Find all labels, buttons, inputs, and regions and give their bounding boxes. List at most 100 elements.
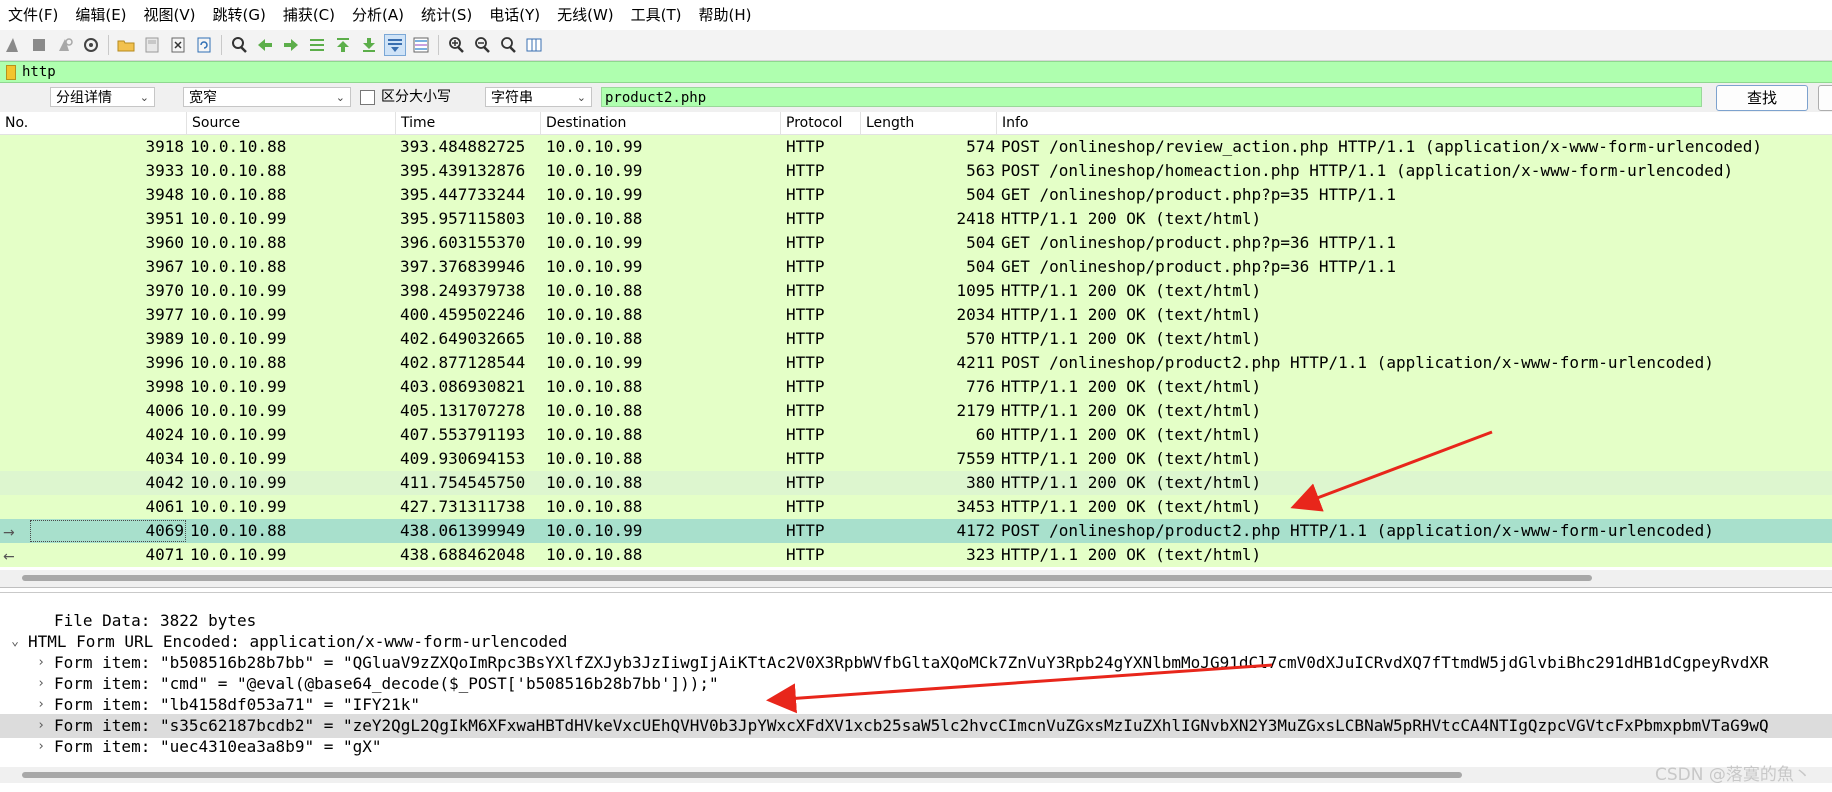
menu-telephony[interactable]: 电话(Y): [481, 0, 549, 30]
packet-row[interactable]: 4024 10.0.10.99 407.553791193 10.0.10.88 HTT…: [0, 423, 1832, 447]
chevron-down-icon: ⌄: [335, 91, 345, 104]
cell-info: HTTP/1.1 200 OK (text/html): [1001, 425, 1262, 444]
packet-row[interactable]: 3933 10.0.10.88 395.439132876 10.0.10.99 HTT…: [0, 159, 1832, 183]
restart-icon[interactable]: [54, 34, 76, 56]
expand-icon[interactable]: ›: [34, 735, 48, 759]
packet-row[interactable]: 3918 10.0.10.88 393.484882725 10.0.10.99 HTT…: [0, 135, 1832, 159]
colorize-icon[interactable]: [410, 34, 432, 56]
cell-protocol: HTTP: [786, 425, 825, 444]
cell-info: HTTP/1.1 200 OK (text/html): [1001, 329, 1262, 348]
cell-no: 4034: [145, 449, 184, 468]
bookmark-icon[interactable]: [6, 65, 16, 80]
column-header-source[interactable]: Source: [187, 112, 396, 134]
menu-analyze[interactable]: 分析(A): [344, 0, 413, 30]
cell-source: 10.0.10.99: [190, 377, 287, 396]
packet-list-scrollbar[interactable]: [0, 570, 1832, 587]
packet-row[interactable]: 3951 10.0.10.99 395.957115803 10.0.10.88 HTT…: [0, 207, 1832, 231]
autoscroll-icon[interactable]: [384, 34, 406, 56]
packet-row[interactable]: 3998 10.0.10.99 403.086930821 10.0.10.88 HTT…: [0, 375, 1832, 399]
packet-row[interactable]: 3967 10.0.10.88 397.376839946 10.0.10.99 HTT…: [0, 255, 1832, 279]
menu-file[interactable]: 文件(F): [0, 0, 67, 30]
forward-arrow-icon[interactable]: [280, 34, 302, 56]
packet-row[interactable]: 3970 10.0.10.99 398.249379738 10.0.10.88 HTT…: [0, 279, 1832, 303]
menu-edit[interactable]: 编辑(E): [67, 0, 135, 30]
cell-info: GET /onlineshop/product.php?p=35 HTTP/1.…: [1001, 185, 1396, 204]
find-button[interactable]: 查找: [1716, 85, 1808, 111]
save-icon[interactable]: [141, 34, 163, 56]
packet-row[interactable]: 3989 10.0.10.99 402.649032665 10.0.10.88 HTT…: [0, 327, 1832, 351]
goto-packet-icon[interactable]: [306, 34, 328, 56]
cell-info: POST /onlineshop/homeaction.php HTTP/1.1…: [1001, 161, 1734, 180]
cell-length: 1095: [956, 281, 995, 300]
find-packet-bar: 分组详情 ⌄ 宽窄 ⌄ 区分大小写 字符串 ⌄ product2.php 查找: [0, 83, 1832, 113]
zoom-out-icon[interactable]: [471, 34, 493, 56]
search-in-select[interactable]: 分组详情 ⌄: [50, 87, 155, 107]
menu-statistics[interactable]: 统计(S): [413, 0, 481, 30]
back-arrow-icon[interactable]: [254, 34, 276, 56]
reload-icon[interactable]: [193, 34, 215, 56]
cell-no: 4061: [145, 497, 184, 516]
details-scrollbar[interactable]: [0, 767, 1832, 783]
packet-row[interactable]: 4042 10.0.10.99 411.754545750 10.0.10.88 HTT…: [0, 471, 1832, 495]
find-string-input[interactable]: product2.php: [601, 87, 1702, 107]
packet-row[interactable]: ← 4071 10.0.10.99 438.688462048 10.0.10.88 HT…: [0, 543, 1832, 567]
cell-source: 10.0.10.88: [190, 521, 287, 540]
zoom-in-icon[interactable]: [445, 34, 467, 56]
display-filter-input[interactable]: http: [22, 62, 56, 82]
packet-row[interactable]: → 4069 10.0.10.88 438.061399949 10.0.10.99 HT…: [0, 519, 1832, 543]
cell-source: 10.0.10.99: [190, 305, 287, 324]
column-header-destination[interactable]: Destination: [541, 112, 781, 134]
menu-capture[interactable]: 捕获(C): [275, 0, 344, 30]
case-sensitive-checkbox[interactable]: [360, 90, 375, 105]
display-filter-bar[interactable]: http: [0, 61, 1832, 83]
charset-select[interactable]: 宽窄 ⌄: [183, 87, 351, 107]
column-header-no[interactable]: No.: [0, 112, 187, 134]
find-icon[interactable]: [228, 34, 250, 56]
scrollbar-thumb[interactable]: [22, 575, 1592, 581]
packet-row[interactable]: 3960 10.0.10.88 396.603155370 10.0.10.99 HTT…: [0, 231, 1832, 255]
column-header-info[interactable]: Info: [997, 112, 1832, 134]
cell-destination: 10.0.10.88: [546, 497, 643, 516]
cell-source: 10.0.10.99: [190, 545, 287, 564]
packet-row[interactable]: 3977 10.0.10.99 400.459502246 10.0.10.88 HTT…: [0, 303, 1832, 327]
menu-view[interactable]: 视图(V): [136, 0, 205, 30]
cancel-button[interactable]: [1818, 85, 1832, 111]
close-file-icon[interactable]: [167, 34, 189, 56]
last-packet-icon[interactable]: [358, 34, 380, 56]
cell-no: 3948: [145, 185, 184, 204]
zoom-normal-icon[interactable]: [497, 34, 519, 56]
menu-help[interactable]: 帮助(H): [691, 0, 761, 30]
cell-time: 405.131707278: [400, 401, 526, 420]
open-folder-icon[interactable]: [115, 34, 137, 56]
resize-columns-icon[interactable]: [523, 34, 545, 56]
packet-row[interactable]: 3948 10.0.10.88 395.447733244 10.0.10.99 HTT…: [0, 183, 1832, 207]
toolbar-separator: [108, 35, 109, 55]
menu-go[interactable]: 跳转(G): [205, 0, 275, 30]
cell-no: 3933: [145, 161, 184, 180]
menu-tools[interactable]: 工具(T): [623, 0, 691, 30]
cell-info: HTTP/1.1 200 OK (text/html): [1001, 305, 1262, 324]
stop-icon[interactable]: [28, 34, 50, 56]
column-header-time[interactable]: Time: [396, 112, 541, 134]
shark-fin-icon[interactable]: [2, 34, 24, 56]
scrollbar-thumb[interactable]: [22, 772, 1462, 778]
search-type-select[interactable]: 字符串 ⌄: [485, 87, 592, 107]
column-header-protocol[interactable]: Protocol: [781, 112, 861, 134]
cell-protocol: HTTP: [786, 233, 825, 252]
cell-destination: 10.0.10.99: [546, 257, 643, 276]
menu-wireless[interactable]: 无线(W): [549, 0, 623, 30]
packet-row[interactable]: 4061 10.0.10.99 427.731311738 10.0.10.88 HTT…: [0, 495, 1832, 519]
packet-row[interactable]: 4034 10.0.10.99 409.930694153 10.0.10.88 HTT…: [0, 447, 1832, 471]
packet-row[interactable]: 3996 10.0.10.88 402.877128544 10.0.10.99 HTT…: [0, 351, 1832, 375]
cell-info: POST /onlineshop/review_action.php HTTP/…: [1001, 137, 1762, 156]
column-header-length[interactable]: Length: [861, 112, 997, 134]
cell-no: 3970: [145, 281, 184, 300]
cell-time: 395.439132876: [400, 161, 526, 180]
detail-form-item[interactable]: › Form item: "uec4310ea3a8b9" = "gX": [0, 735, 1832, 759]
first-packet-icon[interactable]: [332, 34, 354, 56]
cell-time: 411.754545750: [400, 473, 526, 492]
options-gear-icon[interactable]: [80, 34, 102, 56]
cell-protocol: HTTP: [786, 377, 825, 396]
cell-time: 393.484882725: [400, 137, 526, 156]
packet-row[interactable]: 4006 10.0.10.99 405.131707278 10.0.10.88 HTT…: [0, 399, 1832, 423]
